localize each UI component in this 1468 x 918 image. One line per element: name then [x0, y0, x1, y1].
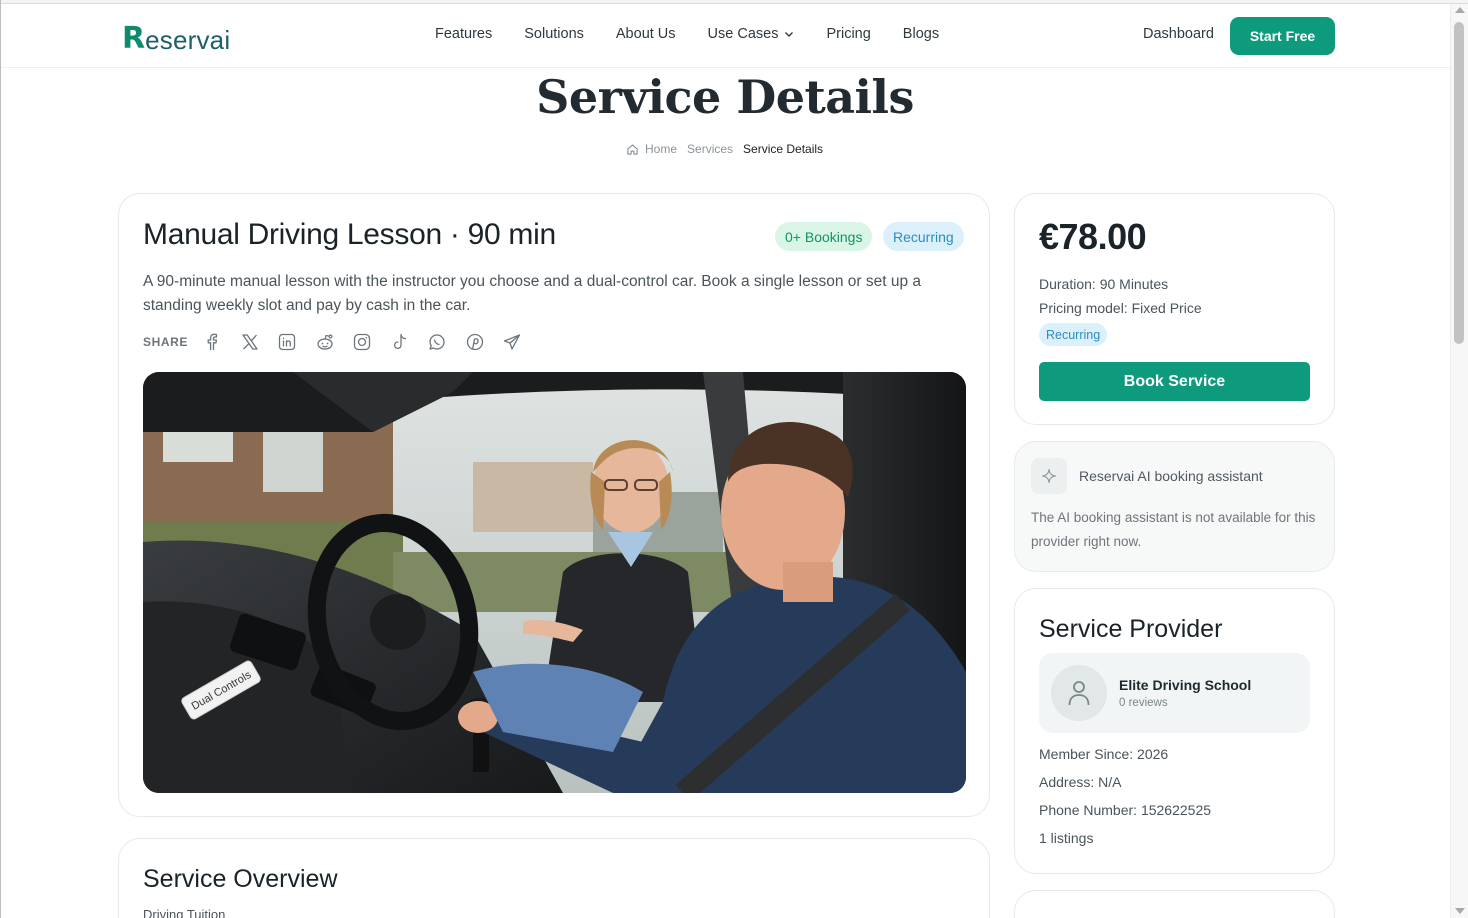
- whatsapp-icon[interactable]: [427, 332, 447, 352]
- tiktok-icon[interactable]: [390, 332, 410, 352]
- book-service-button[interactable]: Book Service: [1039, 362, 1310, 401]
- nav-blogs[interactable]: Blogs: [903, 26, 939, 42]
- bookings-badge: 0+ Bookings: [775, 222, 873, 251]
- recurring-badge: Recurring: [883, 222, 964, 251]
- duration-text: Duration: 90 Minutes: [1039, 276, 1169, 292]
- nav-use-cases[interactable]: Use Cases: [708, 26, 795, 42]
- facebook-icon[interactable]: [202, 332, 222, 352]
- top-navbar: R eservai Features Solutions About Us Us…: [1, 4, 1450, 68]
- share-label: SHARE: [143, 335, 189, 349]
- pinterest-icon[interactable]: [465, 332, 485, 352]
- share-row: SHARE: [143, 332, 540, 352]
- start-free-button[interactable]: Start Free: [1230, 17, 1335, 55]
- nav-about-us[interactable]: About Us: [616, 26, 676, 42]
- sparkle-icon: [1031, 458, 1067, 494]
- service-provider-card: Service Provider Elite Driving School 0 …: [1014, 588, 1335, 874]
- pricing-model-text: Pricing model: Fixed Price: [1039, 300, 1202, 316]
- ai-assistant-message: The AI booking assistant is not availabl…: [1031, 510, 1316, 549]
- x-icon[interactable]: [240, 332, 260, 352]
- breadcrumb: Home Services Service Details: [626, 142, 833, 156]
- service-description: A 90-minute manual lesson with the instr…: [143, 273, 922, 314]
- logo[interactable]: R eservai: [122, 20, 231, 56]
- ai-assistant-card: Reservai AI booking assistant The AI boo…: [1014, 441, 1335, 572]
- member-since: Member Since: 2026: [1039, 746, 1169, 762]
- provider-phone: Phone Number: 152622525: [1039, 802, 1212, 818]
- provider-reviews: 0 reviews: [1119, 697, 1168, 709]
- overview-title: Service Overview: [143, 865, 338, 893]
- provider-listings: 1 listings: [1039, 830, 1094, 846]
- breadcrumb-current: Service Details: [743, 142, 824, 156]
- reddit-icon[interactable]: [315, 332, 335, 352]
- provider-address: Address: N/A: [1039, 774, 1122, 790]
- breadcrumb-home[interactable]: Home: [645, 142, 677, 156]
- service-title: Manual Driving Lesson · 90 min: [143, 218, 556, 251]
- scroll-down-arrow[interactable]: [1455, 908, 1465, 914]
- home-icon: [627, 144, 638, 155]
- scroll-thumb[interactable]: [1454, 22, 1464, 344]
- page-title: Service Details: [536, 70, 914, 124]
- logo-mark: R: [122, 21, 145, 56]
- page-scrollbar[interactable]: [1450, 4, 1468, 918]
- nav-dashboard-link[interactable]: Dashboard: [1143, 26, 1214, 42]
- user-icon: [1068, 681, 1090, 706]
- telegram-icon[interactable]: [502, 332, 522, 352]
- avatar: [1051, 665, 1107, 721]
- main-nav: Features Solutions About Us Use Cases Pr…: [435, 26, 971, 42]
- nav-features[interactable]: Features: [435, 26, 492, 42]
- breadcrumb-services[interactable]: Services: [687, 142, 733, 156]
- nav-pricing[interactable]: Pricing: [826, 26, 870, 42]
- logo-text: eservai: [145, 25, 231, 55]
- nav-use-cases-label: Use Cases: [707, 26, 779, 42]
- price: €78.00: [1039, 216, 1147, 257]
- provider-name: Elite Driving School: [1119, 677, 1252, 693]
- overview-subtitle: Driving Tuition: [143, 907, 226, 918]
- chevron-down-icon: [785, 32, 794, 37]
- scroll-up-arrow[interactable]: [1455, 7, 1465, 13]
- instagram-icon[interactable]: [352, 332, 372, 352]
- linkedin-icon[interactable]: [277, 332, 297, 352]
- browser-frame-left: [0, 0, 1, 918]
- nav-solutions[interactable]: Solutions: [524, 26, 584, 42]
- recurring-small-badge: Recurring: [1039, 323, 1108, 346]
- service-overview-card: Service Overview Driving Tuition: [118, 838, 990, 918]
- provider-profile[interactable]: Elite Driving School 0 reviews: [1039, 653, 1310, 733]
- service-card: Manual Driving Lesson · 90 min 0+ Bookin…: [118, 193, 990, 817]
- price-card: €78.00 Duration: 90 Minutes Pricing mode…: [1014, 193, 1335, 425]
- provider-section-title: Service Provider: [1039, 615, 1223, 643]
- next-sidebar-card: [1014, 890, 1335, 918]
- ai-assistant-title: Reservai AI booking assistant: [1079, 468, 1263, 484]
- service-photo: Dual Controls: [143, 372, 966, 793]
- driving-lesson-photo: Dual Controls: [143, 372, 966, 793]
